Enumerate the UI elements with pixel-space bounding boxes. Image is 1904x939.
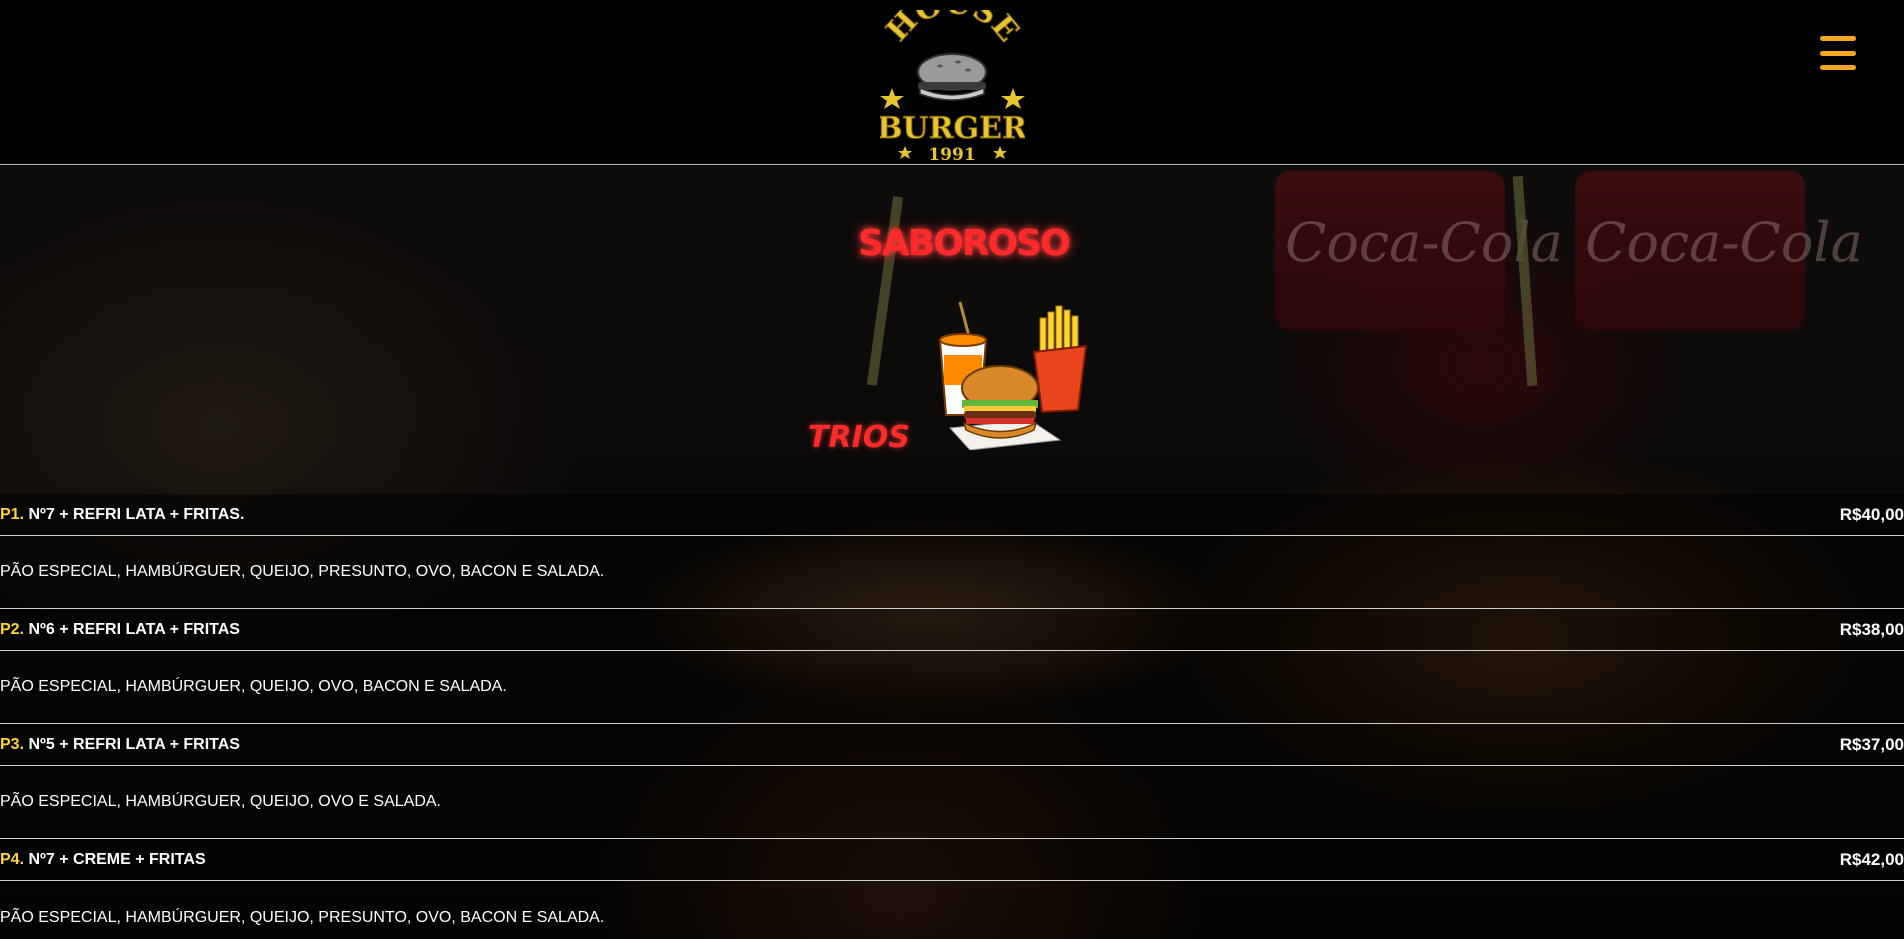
menu-item-price: R$38,00 — [1839, 619, 1904, 639]
category-title: TRIOS — [808, 420, 910, 455]
menu-item-price: R$42,00 — [1839, 849, 1904, 869]
menu-item-header[interactable]: P3. Nº5 + REFRI LATA + FRITAS R$37,00 — [0, 724, 1904, 766]
combo-illustration-icon — [938, 301, 1088, 450]
hamburger-bar — [1820, 50, 1856, 56]
menu-item-description: PÃO ESPECIAL, HAMBÚRGUER, QUEIJO, OVO E … — [0, 793, 441, 810]
menu-item-description-row: PÃO ESPECIAL, HAMBÚRGUER, QUEIJO, OVO E … — [0, 766, 1904, 839]
menu-item-title: P3. Nº5 + REFRI LATA + FRITAS — [0, 735, 240, 753]
menu-item-price: R$40,00 — [1839, 504, 1904, 524]
logo-text-house: HOUSE — [880, 10, 1025, 49]
menu-item-header[interactable]: P1. Nº7 + REFRI LATA + FRITAS. R$40,00 — [0, 494, 1904, 536]
menu-item-header[interactable]: P2. Nº6 + REFRI LATA + FRITAS R$38,00 — [0, 609, 1904, 651]
menu-item-description: PÃO ESPECIAL, HAMBÚRGUER, QUEIJO, PRESUN… — [0, 908, 605, 926]
menu-item-code: P4 — [0, 850, 20, 868]
hero-headline: SABOROSO — [858, 223, 1071, 264]
menu-item-header[interactable]: P4. Nº7 + CREME + FRITAS R$42,00 — [0, 839, 1904, 881]
menu-item-code: P3 — [0, 735, 20, 753]
house-burger-logo[interactable]: HOUSE BURGER 1991 — [880, 10, 1025, 162]
logo-text-year: 1991 — [928, 145, 975, 162]
svg-text:HOUSE: HOUSE — [880, 10, 1025, 49]
site-header: HOUSE BURGER 1991 — [0, 0, 1904, 165]
menu-list: P1. Nº7 + REFRI LATA + FRITAS. R$40,00 P… — [0, 494, 1904, 939]
menu-item-description: PÃO ESPECIAL, HAMBÚRGUER, QUEIJO, PRESUN… — [0, 563, 605, 580]
menu-item-title: P2. Nº6 + REFRI LATA + FRITAS — [0, 620, 240, 638]
menu-item-price: R$37,00 — [1839, 734, 1904, 754]
menu-item-title: P4. Nº7 + CREME + FRITAS — [0, 850, 206, 868]
menu-item-description-row: PÃO ESPECIAL, HAMBÚRGUER, QUEIJO, OVO, B… — [0, 651, 1904, 724]
menu-item-title: P1. Nº7 + REFRI LATA + FRITAS. — [0, 505, 245, 523]
hamburger-bar — [1820, 36, 1856, 41]
menu-item-description-row: PÃO ESPECIAL, HAMBÚRGUER, QUEIJO, PRESUN… — [0, 881, 1904, 939]
logo-text-burger: BURGER — [880, 111, 1025, 146]
menu-item-description: PÃO ESPECIAL, HAMBÚRGUER, QUEIJO, OVO, B… — [0, 678, 507, 695]
hamburger-menu-icon[interactable] — [1820, 36, 1856, 70]
logo-burger-icon — [917, 53, 987, 101]
menu-item-code: P2 — [0, 620, 20, 638]
hamburger-bar — [1820, 65, 1856, 70]
menu-item-code: P1 — [0, 505, 20, 523]
menu-item-description-row: PÃO ESPECIAL, HAMBÚRGUER, QUEIJO, PRESUN… — [0, 536, 1904, 609]
